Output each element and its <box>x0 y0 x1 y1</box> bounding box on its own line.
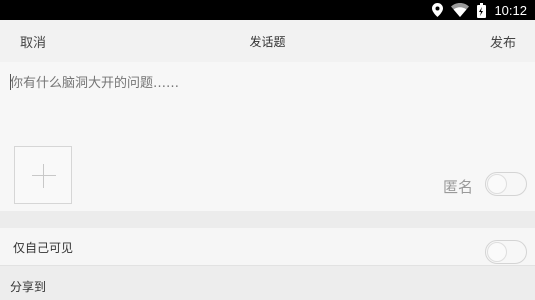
question-input[interactable] <box>10 72 510 94</box>
section-divider <box>0 211 535 228</box>
private-visibility-row: 仅自己可见 <box>0 228 535 265</box>
share-row[interactable]: 分享到 <box>0 265 535 300</box>
topic-editor: 匿名 <box>0 62 535 211</box>
toggle-knob <box>487 242 507 262</box>
header-bar: 取消 发话题 发布 <box>0 20 535 62</box>
status-icons: 10:12 <box>432 2 527 18</box>
status-bar: 10:12 <box>0 0 535 20</box>
battery-icon <box>477 2 487 18</box>
anonymous-label: 匿名 <box>442 178 473 196</box>
text-caret <box>10 74 11 90</box>
publish-button[interactable]: 发布 <box>490 32 516 51</box>
clock-time: 10:12 <box>494 2 527 18</box>
location-icon <box>432 3 444 17</box>
private-label: 仅自己可见 <box>13 241 74 255</box>
wifi-icon <box>451 3 470 17</box>
private-toggle[interactable] <box>485 240 527 264</box>
anonymous-toggle[interactable] <box>485 172 527 196</box>
share-label: 分享到 <box>10 280 47 294</box>
add-image-button[interactable] <box>14 146 72 204</box>
toggle-knob <box>487 174 507 194</box>
page-title: 发话题 <box>249 35 286 49</box>
